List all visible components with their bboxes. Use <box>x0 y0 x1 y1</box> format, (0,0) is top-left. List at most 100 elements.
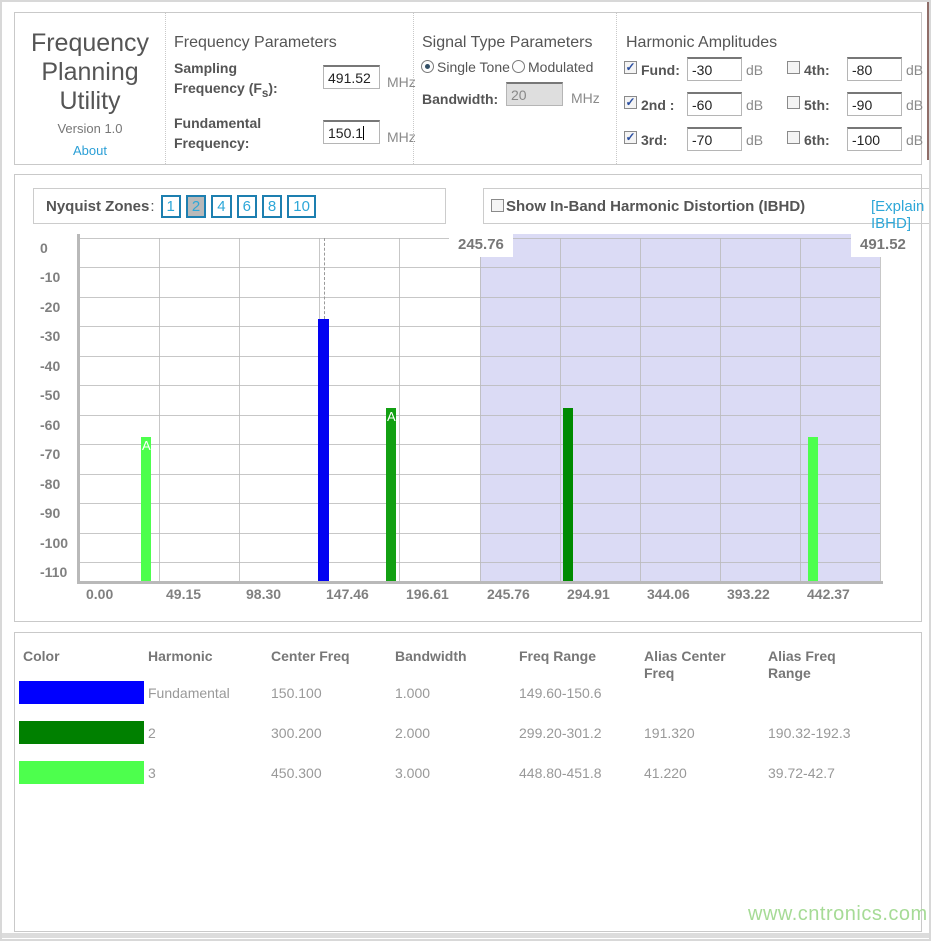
nyquist-zone-button-8[interactable]: 8 <box>262 195 282 218</box>
bar-3rd-harmonic-alias <box>141 437 151 581</box>
harmonic-label-3: 4th: <box>804 60 830 80</box>
harmonic-label-2: 3rd: <box>641 130 667 150</box>
sampling-frequency-input[interactable]: 491.52 <box>323 65 380 89</box>
signal-type-section: Signal Type Parameters Single ToneModula… <box>413 13 616 164</box>
bar-2nd-harmonic <box>563 408 573 581</box>
x-axis-tick-label: 245.76 <box>487 586 530 602</box>
app-version: Version 1.0 <box>15 121 165 136</box>
header-panel: Frequency Planning Utility Version 1.0 A… <box>14 12 922 165</box>
harmonic-unit-4: dB <box>906 97 923 113</box>
x-axis-tick-label: 442.37 <box>807 586 850 602</box>
y-axis-tick-label: 0 <box>40 240 48 256</box>
table-header-6: Alias FreqRange <box>768 648 836 682</box>
v-gridline <box>720 238 721 581</box>
nyquist-zone-button-1[interactable]: 1 <box>161 195 181 218</box>
y-axis-tick-label: -20 <box>40 299 60 315</box>
frequency-planning-utility-page: Frequency Planning Utility Version 1.0 A… <box>0 0 931 941</box>
harmonics-table-panel: ColorHarmonicCenter FreqBandwidthFreq Ra… <box>14 632 922 932</box>
v-gridline <box>480 238 481 581</box>
harmonic-label-0: Fund: <box>641 60 680 80</box>
y-axis-tick-label: -110 <box>40 564 67 580</box>
table-cell: 150.100 <box>271 685 322 701</box>
x-axis-tick-label: 393.22 <box>727 586 770 602</box>
harmonic-checkbox-5[interactable] <box>787 131 800 144</box>
table-cell: 1.000 <box>395 685 430 701</box>
harmonic-unit-5: dB <box>906 132 923 148</box>
bar-fundamental <box>318 319 329 581</box>
ibhd-checkbox[interactable] <box>491 199 504 212</box>
x-axis-tick-label: 0.00 <box>86 586 113 602</box>
explain-ibhd-link[interactable]: [Explain IBHD] <box>871 198 931 232</box>
harmonic-checkbox-3[interactable] <box>787 61 800 74</box>
table-cell: 450.300 <box>271 765 322 781</box>
color-swatch <box>19 721 144 744</box>
table-cell: 2.000 <box>395 725 430 741</box>
harmonic-unit-2: dB <box>746 132 763 148</box>
table-header-line: Freq <box>644 665 726 682</box>
watermark: www.cntronics.com <box>748 903 928 926</box>
v-gridline <box>399 238 400 581</box>
nyquist-zone-button-6[interactable]: 6 <box>237 195 257 218</box>
y-axis-tick-label: -10 <box>40 269 60 285</box>
color-swatch <box>19 681 144 704</box>
radio-single-tone[interactable] <box>421 60 434 73</box>
table-header-5: Alias CenterFreq <box>644 648 726 682</box>
fundamental-frequency-marker <box>324 238 325 319</box>
page-bottom-border <box>2 933 929 938</box>
radio-label-0: Single Tone <box>437 59 510 75</box>
x-axis-tick-label: 344.06 <box>647 586 690 602</box>
y-axis-tick-label: -90 <box>40 505 60 521</box>
y-axis-tick-label: -70 <box>40 446 60 462</box>
harmonic-unit-3: dB <box>906 62 923 78</box>
harmonic-checkbox-4[interactable] <box>787 96 800 109</box>
table-cell: 190.32-192.3 <box>768 725 851 741</box>
v-gridline <box>239 238 240 581</box>
fundamental-frequency-input[interactable]: 150.1 <box>323 120 380 144</box>
table-header-4: Freq Range <box>519 648 596 665</box>
harmonic-input-3[interactable]: -80 <box>847 57 902 81</box>
harmonic-unit-1: dB <box>746 97 763 113</box>
harmonic-input-2[interactable]: -70 <box>687 127 742 151</box>
nyquist-zone-button-10[interactable]: 10 <box>287 195 316 218</box>
nyquist-zones-box: Nyquist Zones: 1246810 <box>33 188 446 224</box>
chart-panel: Nyquist Zones: 1246810 Show In-Band Harm… <box>14 174 922 622</box>
y-axis-line <box>77 234 80 583</box>
bandwidth-input[interactable]: 20 <box>506 82 563 106</box>
ibhd-box: Show In-Band Harmonic Distortion (IBHD) … <box>483 188 931 224</box>
harmonic-input-1[interactable]: -60 <box>687 92 742 116</box>
harmonic-input-5[interactable]: -100 <box>847 127 902 151</box>
about-link[interactable]: About <box>15 143 165 158</box>
y-axis-tick-label: -30 <box>40 328 60 344</box>
alias-bar-label: A <box>142 438 151 453</box>
table-header-line: Range <box>768 665 836 682</box>
radio-modulated[interactable] <box>512 60 525 73</box>
harmonic-input-4[interactable]: -90 <box>847 92 902 116</box>
harmonic-label-5: 6th: <box>804 130 830 150</box>
table-header-line: Harmonic <box>148 648 213 665</box>
table-cell: 149.60-150.6 <box>519 685 602 701</box>
harmonic-checkbox-1[interactable]: ✓ <box>624 96 637 109</box>
bandwidth-label: Bandwidth: <box>422 89 498 109</box>
nyquist-zone-2-shading <box>480 234 881 581</box>
harmonic-amplitudes-section: Harmonic Amplitudes ✓Fund:-30dB✓2nd :-60… <box>616 13 922 164</box>
table-header-2: Center Freq <box>271 648 350 665</box>
app-title: Frequency Planning Utility <box>15 29 165 116</box>
v-gridline <box>880 238 881 581</box>
harmonic-checkbox-2[interactable]: ✓ <box>624 131 637 144</box>
y-axis-tick-label: -60 <box>40 417 60 433</box>
table-cell: 3.000 <box>395 765 430 781</box>
frequency-parameters-heading: Frequency Parameters <box>174 34 337 52</box>
title-section: Frequency Planning Utility Version 1.0 A… <box>15 13 165 164</box>
harmonic-checkbox-0[interactable]: ✓ <box>624 61 637 74</box>
nyquist-zone-button-4[interactable]: 4 <box>211 195 231 218</box>
table-header-line: Freq Range <box>519 648 596 665</box>
nyquist-zone-button-2[interactable]: 2 <box>186 195 206 218</box>
window-edge-artifact <box>927 2 929 160</box>
harmonic-input-0[interactable]: -30 <box>687 57 742 81</box>
table-cell: 39.72-42.7 <box>768 765 835 781</box>
v-gridline <box>159 238 160 581</box>
frequency-parameters-section: Frequency Parameters Sampling Frequency … <box>165 13 413 164</box>
harmonic-label-4: 5th: <box>804 95 830 115</box>
nyquist-zones-colon: : <box>150 198 154 215</box>
table-cell: 191.320 <box>644 725 695 741</box>
